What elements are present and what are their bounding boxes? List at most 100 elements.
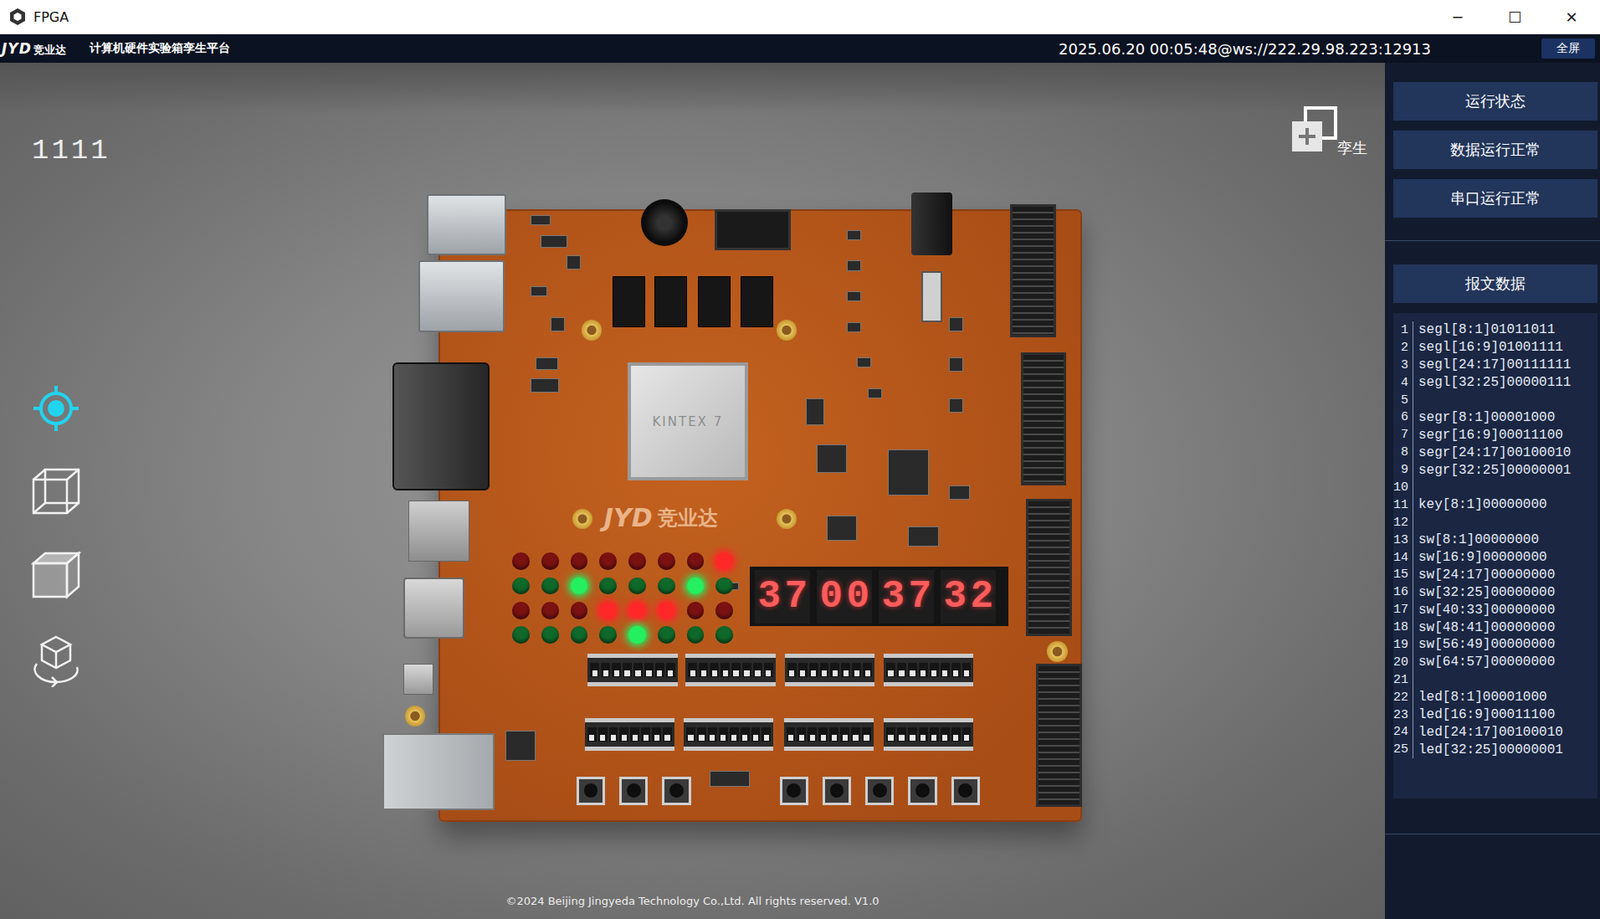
line-number: 11 bbox=[1393, 496, 1414, 514]
dip-switch[interactable] bbox=[707, 727, 718, 742]
push-button[interactable] bbox=[779, 776, 809, 806]
dip-switch[interactable] bbox=[940, 727, 950, 742]
led bbox=[657, 552, 676, 570]
push-button[interactable] bbox=[865, 776, 894, 806]
twin-button[interactable]: 孪生 bbox=[1288, 106, 1368, 155]
dip-switch[interactable] bbox=[851, 727, 861, 742]
push-button[interactable] bbox=[619, 776, 648, 806]
status-button[interactable]: 串口运行正常 bbox=[1393, 179, 1598, 218]
dip-switch[interactable] bbox=[807, 727, 817, 742]
status-button[interactable]: 运行状态 bbox=[1393, 82, 1598, 121]
push-button[interactable] bbox=[907, 776, 937, 806]
dip-switch[interactable] bbox=[731, 662, 741, 677]
dip-switch[interactable] bbox=[862, 662, 872, 677]
fullscreen-button[interactable]: 全屏 bbox=[1541, 38, 1595, 59]
dip-switch[interactable] bbox=[587, 727, 597, 742]
dip-switch[interactable] bbox=[598, 727, 608, 742]
switch-knob bbox=[723, 670, 729, 677]
dip-switch[interactable] bbox=[886, 662, 896, 677]
dip-switch[interactable] bbox=[641, 727, 651, 742]
dip-switch[interactable] bbox=[666, 662, 676, 677]
dip-switch[interactable] bbox=[918, 662, 929, 677]
dip-switch[interactable] bbox=[751, 727, 761, 742]
title-bar: FPGA─☐✕ bbox=[0, 0, 1600, 35]
dip-switch[interactable] bbox=[929, 727, 939, 742]
window-control-button[interactable]: ☐ bbox=[1486, 0, 1544, 35]
window-control-button[interactable]: ─ bbox=[1429, 0, 1487, 35]
dip-switch[interactable] bbox=[851, 662, 862, 677]
dip-switch[interactable] bbox=[809, 662, 819, 677]
dip-switch[interactable] bbox=[962, 662, 972, 677]
jtag-header bbox=[714, 209, 792, 251]
switch-knob bbox=[600, 734, 606, 741]
dip-switch[interactable] bbox=[611, 662, 621, 677]
dip-switch[interactable] bbox=[897, 662, 907, 677]
view-tool-button[interactable] bbox=[26, 380, 86, 436]
push-button[interactable] bbox=[661, 776, 691, 806]
status-button[interactable]: 数据运行正常 bbox=[1393, 130, 1598, 170]
dip-switch[interactable] bbox=[600, 662, 611, 677]
dip-switch[interactable] bbox=[787, 662, 797, 677]
push-button[interactable] bbox=[576, 776, 606, 806]
dip-switch[interactable] bbox=[651, 727, 662, 742]
message-line: 25led[32:25]00000001 bbox=[1393, 740, 1598, 759]
dip-switch[interactable] bbox=[886, 727, 896, 742]
segment-digit: 7 bbox=[907, 571, 932, 622]
dip-switch[interactable] bbox=[907, 662, 918, 677]
dip-switch[interactable] bbox=[687, 662, 698, 677]
dip-switch[interactable] bbox=[589, 662, 600, 677]
view-tool-button[interactable] bbox=[26, 631, 86, 688]
chip-label: KINTEX 7 bbox=[652, 414, 724, 430]
board-viewport[interactable]: 1111孪生©2024 Beijing Jingyeda Technology … bbox=[0, 62, 1385, 919]
view-tool-button[interactable] bbox=[26, 464, 86, 520]
dip-switch[interactable] bbox=[786, 727, 796, 742]
dip-switch[interactable] bbox=[761, 727, 771, 742]
push-button[interactable] bbox=[951, 776, 980, 806]
dip-switch[interactable] bbox=[633, 662, 643, 677]
switch-knob bbox=[788, 734, 794, 741]
dip-switch[interactable] bbox=[742, 662, 752, 677]
dip-switch[interactable] bbox=[686, 727, 696, 742]
dip-switch[interactable] bbox=[861, 727, 872, 742]
dip-switch[interactable] bbox=[729, 727, 739, 742]
dip-switch[interactable] bbox=[619, 727, 629, 742]
dip-switch[interactable] bbox=[720, 662, 730, 677]
dip-switch[interactable] bbox=[753, 662, 763, 677]
dip-switch[interactable] bbox=[609, 727, 619, 742]
dip-switch[interactable] bbox=[697, 727, 707, 742]
dip-switch[interactable] bbox=[820, 662, 830, 677]
message-title-button[interactable]: 报文数据 bbox=[1393, 264, 1598, 303]
dip-switch[interactable] bbox=[798, 662, 808, 677]
dip-switch[interactable] bbox=[840, 727, 850, 742]
dip-switch[interactable] bbox=[709, 662, 719, 677]
dip-switch[interactable] bbox=[951, 727, 961, 742]
dip-switch[interactable] bbox=[829, 727, 839, 742]
dip-switch[interactable] bbox=[841, 662, 851, 677]
dip-switch[interactable] bbox=[718, 727, 729, 742]
dip-switch[interactable] bbox=[918, 727, 929, 742]
dip-switch[interactable] bbox=[655, 662, 665, 677]
dip-switch[interactable] bbox=[951, 662, 961, 677]
dip-switch[interactable] bbox=[962, 727, 972, 742]
dip-switch[interactable] bbox=[662, 727, 672, 742]
window-control-button[interactable]: ✕ bbox=[1543, 0, 1600, 35]
dip-switch[interactable] bbox=[818, 727, 828, 742]
line-number: 24 bbox=[1393, 723, 1414, 741]
dip-switch[interactable] bbox=[796, 727, 806, 742]
switch-knob bbox=[701, 670, 707, 677]
dip-switch[interactable] bbox=[630, 727, 640, 742]
view-tool-button[interactable] bbox=[26, 548, 86, 604]
dip-switch[interactable] bbox=[830, 662, 840, 677]
dip-switch[interactable] bbox=[940, 662, 950, 677]
dip-switch[interactable] bbox=[764, 662, 774, 677]
dip-switch[interactable] bbox=[929, 662, 939, 677]
message-line: 19sw[56:49]00000000 bbox=[1393, 635, 1598, 654]
dip-switch[interactable] bbox=[622, 662, 632, 677]
push-button[interactable] bbox=[822, 776, 852, 806]
smd-component bbox=[535, 357, 559, 370]
dip-switch[interactable] bbox=[740, 727, 750, 742]
dip-switch[interactable] bbox=[644, 662, 654, 677]
dip-switch[interactable] bbox=[897, 727, 907, 742]
dip-switch[interactable] bbox=[698, 662, 708, 677]
dip-switch[interactable] bbox=[907, 727, 918, 742]
